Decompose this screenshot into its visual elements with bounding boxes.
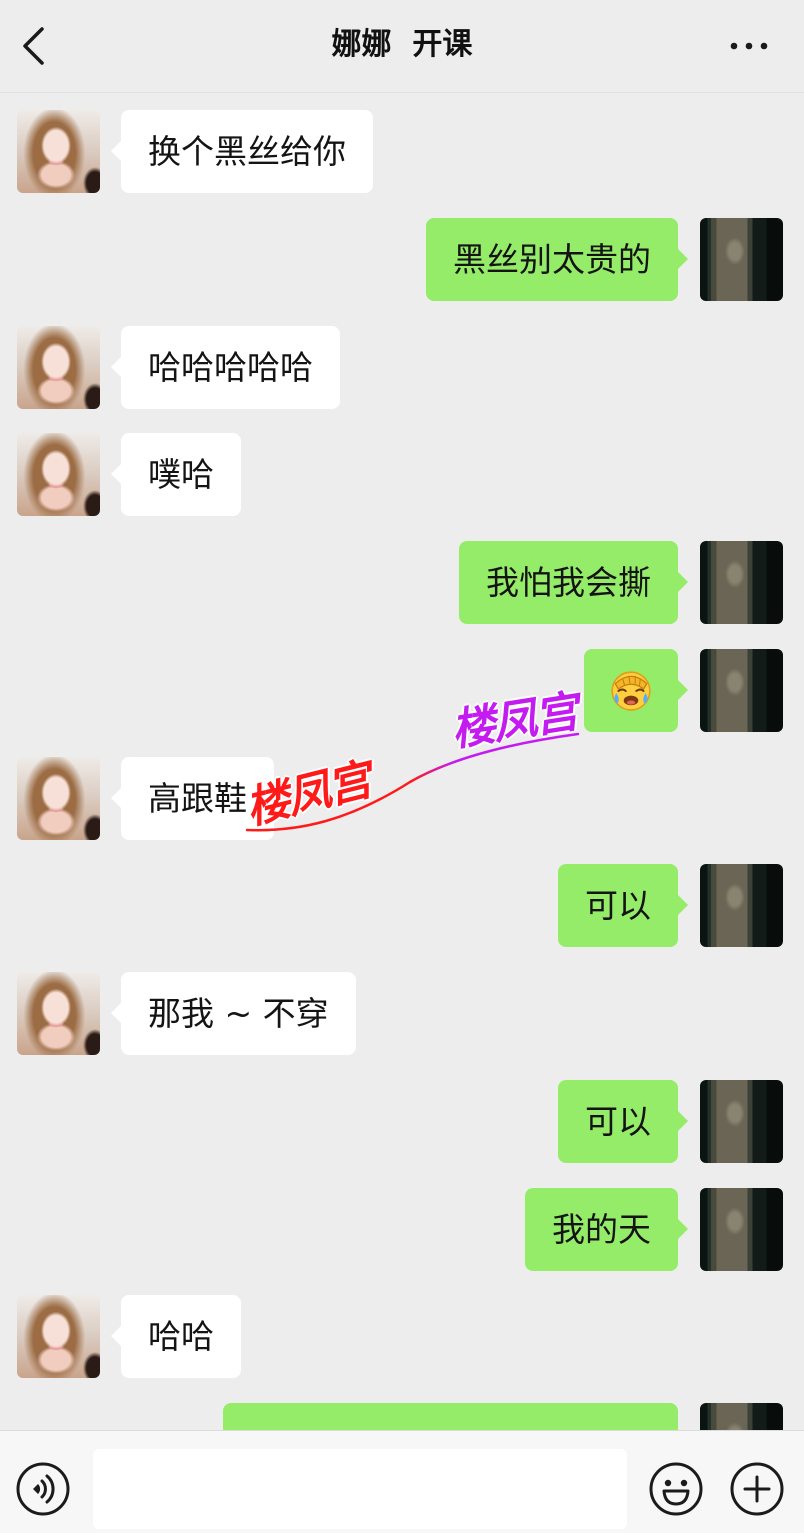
message-bubble[interactable]: 噗哈 — [111, 433, 241, 517]
message-row: 噗哈 — [0, 433, 804, 517]
message-bubble[interactable]: 哈哈 — [111, 1295, 241, 1379]
input-bar — [0, 1430, 804, 1533]
chat-title: 娜娜 开课 — [331, 27, 473, 62]
my-avatar[interactable] — [700, 1187, 783, 1271]
my-avatar[interactable] — [700, 1079, 783, 1163]
message-row: 我怕我会撕 — [0, 541, 804, 624]
my-avatar[interactable] — [700, 1403, 783, 1430]
voice-button[interactable] — [15, 1461, 71, 1517]
contact-avatar[interactable] — [17, 325, 100, 409]
message-bubble[interactable]: 我的天 — [525, 1187, 688, 1271]
message-bubble[interactable] — [584, 648, 688, 732]
message-row — [0, 648, 804, 732]
message-bubble[interactable]: 黑丝别太贵的 — [426, 217, 688, 301]
message-text: 可以 — [585, 886, 651, 926]
message-text: 我的天 — [552, 1209, 651, 1249]
contact-avatar[interactable] — [17, 756, 100, 840]
message-row: 可以 — [0, 1079, 804, 1163]
message-text: 那我 ~ 不穿 — [148, 994, 329, 1033]
chevron-left-icon — [23, 27, 44, 65]
emoji-button[interactable] — [648, 1461, 704, 1517]
message-bubble[interactable] — [223, 1403, 678, 1430]
message-bubble[interactable]: 可以 — [558, 864, 688, 948]
message-list[interactable]: 换个黑丝给你 黑丝别太贵的 哈哈哈哈哈 噗哈 我怕我会撕 高跟鞋 可以 那我 ~… — [0, 93, 804, 1430]
message-bubble[interactable]: 我怕我会撕 — [459, 541, 688, 624]
message-row — [0, 1403, 804, 1430]
contact-avatar[interactable] — [17, 972, 100, 1055]
contact-avatar[interactable] — [17, 110, 100, 193]
voice-icon — [16, 1462, 70, 1516]
message-bubble[interactable]: 换个黑丝给你 — [111, 110, 373, 193]
smiley-icon — [649, 1462, 703, 1516]
plus-icon — [730, 1462, 784, 1516]
my-avatar[interactable] — [700, 864, 783, 948]
chat-header: 娜娜 开课 — [0, 0, 804, 93]
back-button[interactable] — [16, 24, 56, 68]
message-row: 可以 — [0, 864, 804, 948]
message-row: 哈哈哈哈哈 — [0, 325, 804, 409]
message-bubble[interactable]: 高跟鞋 — [111, 756, 274, 840]
message-text: 高跟鞋 — [148, 778, 247, 818]
message-bubble[interactable]: 可以 — [558, 1079, 688, 1163]
facepalm-emoji-icon — [611, 671, 651, 711]
my-avatar[interactable] — [700, 217, 783, 301]
message-text: 黑丝别太贵的 — [453, 239, 651, 279]
contact-avatar[interactable] — [17, 433, 100, 517]
message-text: 哈哈哈哈哈 — [148, 347, 313, 387]
message-text: 我怕我会撕 — [486, 563, 651, 602]
message-row: 换个黑丝给你 — [0, 110, 804, 193]
message-bubble[interactable]: 哈哈哈哈哈 — [111, 325, 340, 409]
message-text: 换个黑丝给你 — [148, 132, 346, 171]
message-row: 我的天 — [0, 1187, 804, 1271]
message-text: 可以 — [585, 1101, 651, 1141]
message-row: 那我 ~ 不穿 — [0, 972, 804, 1055]
my-avatar[interactable] — [700, 541, 783, 624]
message-text: 噗哈 — [148, 455, 214, 495]
my-avatar[interactable] — [700, 648, 783, 732]
message-row: 哈哈 — [0, 1295, 804, 1379]
message-row: 高跟鞋 — [0, 756, 804, 840]
contact-avatar[interactable] — [17, 1295, 100, 1379]
more-dots-icon — [730, 42, 768, 50]
message-row: 黑丝别太贵的 — [0, 217, 804, 301]
message-bubble[interactable]: 那我 ~ 不穿 — [111, 972, 356, 1055]
more-button[interactable] — [726, 31, 772, 61]
message-text: 哈哈 — [148, 1317, 214, 1357]
message-input[interactable] — [93, 1449, 627, 1529]
plus-button[interactable] — [729, 1461, 785, 1517]
